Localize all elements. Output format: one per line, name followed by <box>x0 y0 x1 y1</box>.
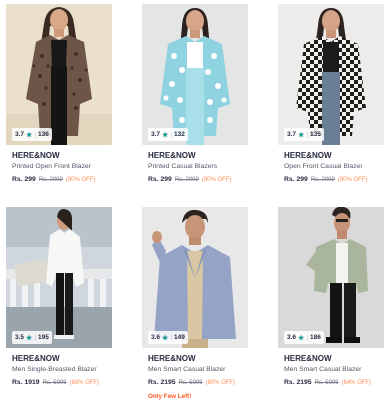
product-brand: HERE&NOW <box>284 354 332 363</box>
rating-value: 3.6 <box>151 334 161 341</box>
rating-count: 186 <box>310 334 321 341</box>
product-price: Rs. 299 Rs. 2999 (90% OFF) <box>148 176 232 183</box>
product-image[interactable] <box>278 207 384 348</box>
product-photo-blue-blazer-man <box>142 207 248 348</box>
product-price: Rs. 1919 Rs. 5999 (68% OFF) <box>12 379 99 386</box>
product-title: Men Smart Casual Blazer <box>284 366 362 373</box>
stock-warning: Only Few Left! <box>148 393 192 400</box>
rating-value: 3.6 <box>287 334 297 341</box>
rating-count: 195 <box>38 334 49 341</box>
product-photo-white-blazer-woman <box>6 207 112 348</box>
product-brand: HERE&NOW <box>148 151 196 160</box>
rating-count: 136 <box>38 131 49 138</box>
rating-count: 132 <box>174 131 185 138</box>
product-brand: HERE&NOW <box>284 151 332 160</box>
star-icon: ★ <box>298 131 305 139</box>
discount-percent: (60% OFF) <box>205 380 236 386</box>
discounted-price: Rs. 299 <box>12 176 36 183</box>
star-icon: ★ <box>162 334 169 342</box>
product-brand: HERE&NOW <box>12 354 60 363</box>
product-title: Open Front Casual Blazer <box>284 163 363 170</box>
product-title: Printed Open Front Blazer <box>12 163 91 170</box>
rating-value: 3.7 <box>151 131 161 138</box>
rating-badge: 3.7 ★ | 136 <box>12 128 52 141</box>
rating-divider: | <box>170 131 173 138</box>
rating-divider: | <box>34 131 37 138</box>
rating-divider: | <box>170 334 173 341</box>
star-icon: ★ <box>162 131 169 139</box>
rating-divider: | <box>34 334 37 341</box>
rating-badge: 3.5 ★ | 195 <box>12 331 52 344</box>
product-title: Men Smart Casual Blazer <box>148 366 226 373</box>
product-image[interactable] <box>278 4 384 145</box>
original-price: Rs. 2999 <box>310 177 335 183</box>
product-title: Men Single-Breasted Blazer <box>12 366 97 373</box>
discount-percent: (90% OFF) <box>201 177 232 183</box>
original-price: Rs. 2999 <box>174 177 199 183</box>
original-price: Rs. 5999 <box>178 380 203 386</box>
product-price: Rs. 2195 Rs. 5999 (60% OFF) <box>148 379 235 386</box>
rating-count: 135 <box>310 131 321 138</box>
discounted-price: Rs. 299 <box>148 176 172 183</box>
star-icon: ★ <box>298 334 305 342</box>
rating-badge: 3.6 ★ | 149 <box>148 331 188 344</box>
product-price: Rs. 2195 Rs. 5999 (64% OFF) <box>284 379 371 386</box>
product-photo-polka-blazer-woman <box>142 4 248 145</box>
product-price: Rs. 299 Rs. 2999 (90% OFF) <box>12 176 96 183</box>
product-image[interactable] <box>142 4 248 145</box>
discount-percent: (90% OFF) <box>65 177 96 183</box>
rating-badge: 3.6 ★ | 186 <box>284 331 324 344</box>
product-brand: HERE&NOW <box>12 151 60 160</box>
rating-count: 149 <box>174 334 185 341</box>
discounted-price: Rs. 2195 <box>148 379 176 386</box>
discount-percent: (68% OFF) <box>69 380 100 386</box>
star-icon: ★ <box>26 334 33 342</box>
product-price: Rs. 299 Rs. 2999 (90% OFF) <box>284 176 368 183</box>
rating-divider: | <box>306 131 309 138</box>
product-photo-printed-blazer-woman <box>6 4 112 145</box>
discounted-price: Rs. 1919 <box>12 379 40 386</box>
product-image[interactable] <box>6 207 112 348</box>
product-title: Printed Casual Blazers <box>148 163 218 170</box>
product-brand: HERE&NOW <box>148 354 196 363</box>
product-image[interactable] <box>142 207 248 348</box>
rating-value: 3.7 <box>287 131 297 138</box>
rating-value: 3.5 <box>15 334 25 341</box>
discounted-price: Rs. 2195 <box>284 379 312 386</box>
product-image[interactable] <box>6 4 112 145</box>
product-photo-checkered-blazer-woman <box>278 4 384 145</box>
original-price: Rs. 5999 <box>42 380 67 386</box>
discount-percent: (64% OFF) <box>341 380 372 386</box>
original-price: Rs. 2999 <box>38 177 63 183</box>
original-price: Rs. 5999 <box>314 380 339 386</box>
discount-percent: (90% OFF) <box>337 177 368 183</box>
product-photo-green-blazer-man <box>278 207 384 348</box>
product-grid: 3.7 ★ | 136 HERE&NOW Printed Open Front … <box>0 0 390 400</box>
rating-badge: 3.7 ★ | 132 <box>148 128 188 141</box>
rating-badge: 3.7 ★ | 135 <box>284 128 324 141</box>
star-icon: ★ <box>26 131 33 139</box>
rating-divider: | <box>306 334 309 341</box>
rating-value: 3.7 <box>15 131 25 138</box>
discounted-price: Rs. 299 <box>284 176 308 183</box>
